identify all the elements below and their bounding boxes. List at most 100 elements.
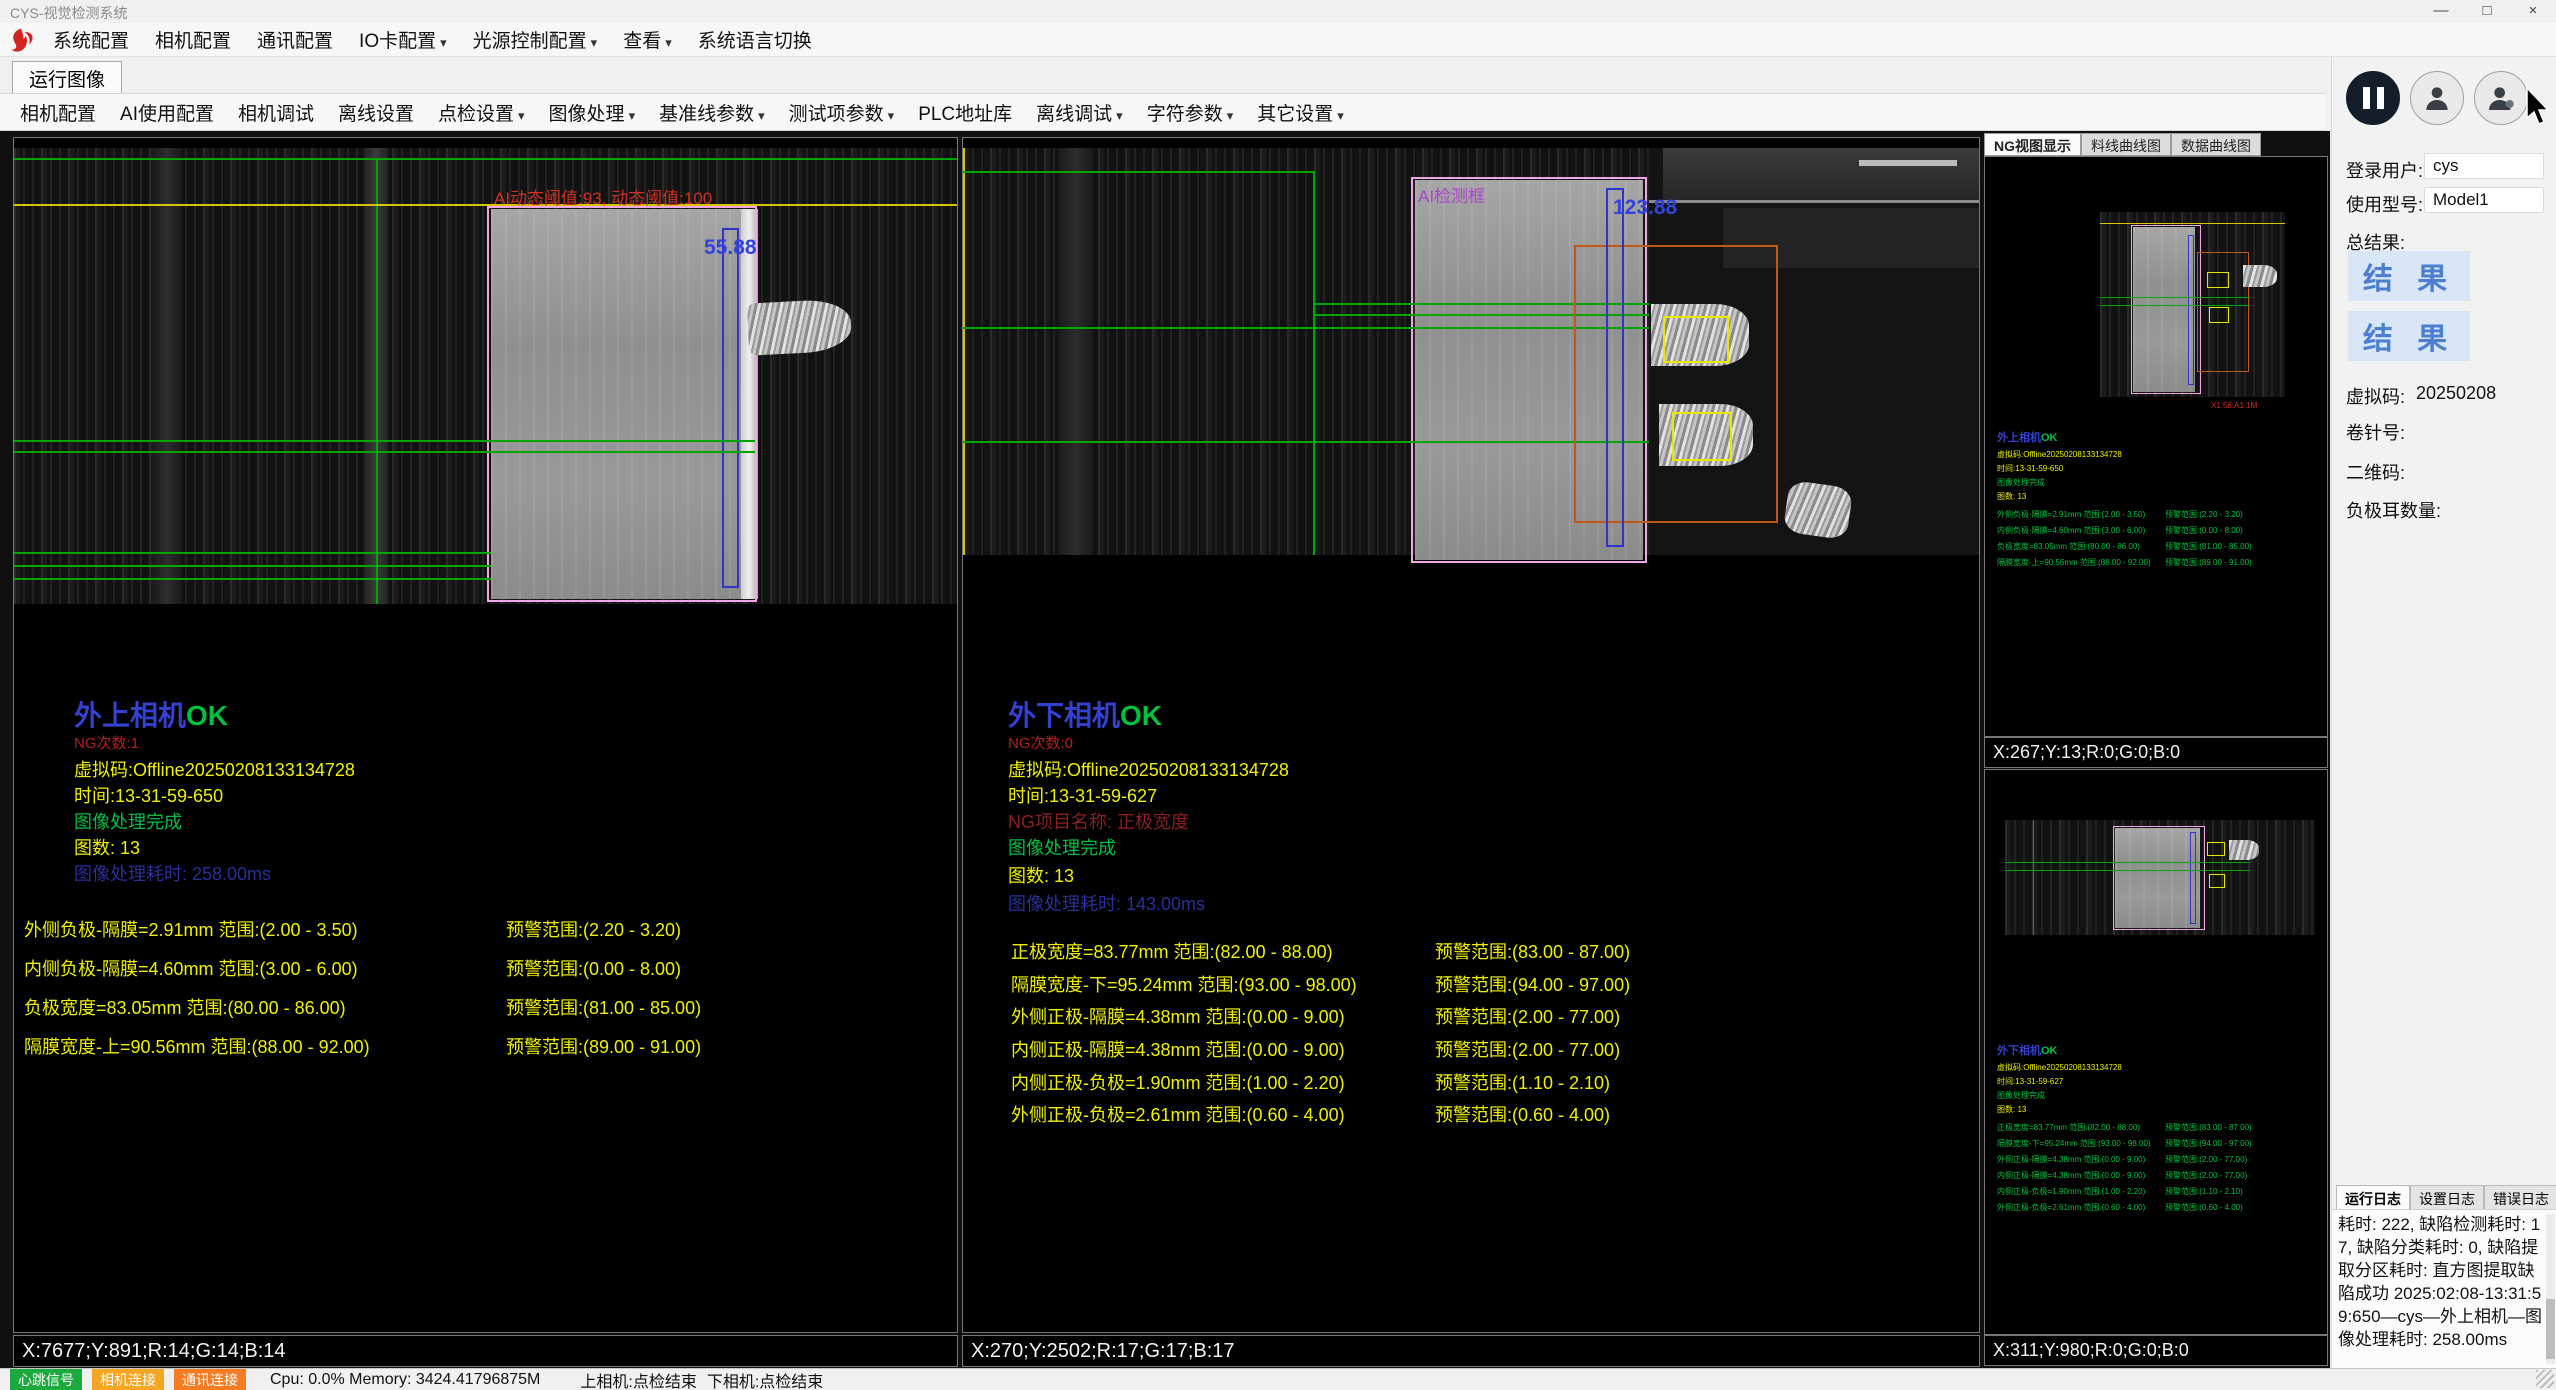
ng-thumbnail-upper[interactable]: X1:58:A1:1M 外上相机OK 虚拟码:Offline2025020813… <box>1984 156 2328 737</box>
metal-fragment <box>1783 480 1854 540</box>
toolbar-test-params[interactable]: 测试项参数▾ <box>777 99 907 126</box>
negative-tab-count-label: 负极耳数量: <box>2346 497 2441 523</box>
detection-box-orange <box>1574 245 1778 523</box>
measure-line <box>2005 862 2250 863</box>
menu-item-label: 查看 <box>623 31 661 52</box>
toolbar: 相机配置 AI使用配置 相机调试 离线设置 点检设置▾ 图像处理▾ 基准线参数▾… <box>0 93 2326 131</box>
ng-count: NG次数:1 <box>74 732 139 753</box>
user-settings-button[interactable] <box>2474 71 2528 125</box>
toolbar-baseline-params[interactable]: 基准线参数▾ <box>647 99 777 126</box>
thumb-measurement: 预警范围:(2.20 - 3.20) <box>2165 509 2243 520</box>
toolbar-item-label: 离线调试 <box>1036 104 1112 125</box>
reference-line <box>376 158 378 604</box>
close-icon[interactable]: × <box>2510 0 2556 23</box>
tab-run-image[interactable]: 运行图像 <box>12 61 122 96</box>
scrollbar-thumb[interactable] <box>2546 1299 2555 1359</box>
user-gear-icon <box>2485 82 2517 114</box>
toolbar-camera-debug[interactable]: 相机调试 <box>226 99 326 126</box>
tab-data-curve[interactable]: 数据曲线图 <box>2171 133 2261 156</box>
measure-line <box>14 565 491 567</box>
toolbar-item-label: 图像处理 <box>549 104 625 125</box>
thumb-line: 虚拟码:Offline20250208133134728 <box>1997 449 2122 460</box>
resize-grip[interactable] <box>2536 1370 2554 1388</box>
maximize-icon[interactable]: □ <box>2464 0 2510 23</box>
toolbar-other-settings[interactable]: 其它设置▾ <box>1245 99 1356 126</box>
toolbar-char-params[interactable]: 字符参数▾ <box>1135 99 1246 126</box>
thumb-measurement: 隔膜宽度-上=90.56mm 范围:(88.00 - 92.00) <box>1997 557 2151 568</box>
measure-line <box>14 451 755 453</box>
user-button[interactable] <box>2410 71 2464 125</box>
tab-ng-view[interactable]: NG视图显示 <box>1984 133 2081 156</box>
upper-camera-status: 上相机:点检结束 <box>580 1368 696 1390</box>
reference-line <box>1313 171 1315 555</box>
measure-line <box>963 441 1649 443</box>
baseline-yellow <box>963 148 965 555</box>
toolbar-offline-settings[interactable]: 离线设置 <box>326 99 426 126</box>
menu-item-comm-config[interactable]: 通讯配置 <box>244 26 346 53</box>
measure-line <box>14 440 755 442</box>
thumb-line: 虚拟码:Offline20250208133134728 <box>1997 1062 2122 1073</box>
measure-box-blue <box>2190 832 2196 924</box>
menu-item-light-control-config[interactable]: 光源控制配置▾ <box>460 26 611 53</box>
tab-line-curve[interactable]: 料线曲线图 <box>2081 133 2171 156</box>
menu-item-camera-config[interactable]: 相机配置 <box>142 26 244 53</box>
right-camera-view[interactable]: AI检测框 123.88 外下相机OK NG次数:0 虚拟码:Offline20… <box>962 137 1980 1333</box>
log-scrollbar[interactable] <box>2546 1214 2555 1364</box>
login-user-field[interactable]: cys <box>2424 153 2544 179</box>
camera-ok-status: OK <box>186 700 228 731</box>
thumb-measurement: 内侧正极-隔膜=4.38mm 范围:(0.00 - 9.00) <box>1997 1170 2145 1181</box>
thumb-measurement: 预警范围:(2.00 - 77.00) <box>2165 1170 2247 1181</box>
left-pixel-coords: X:7677;Y:891;R:14;G:14;B:14 <box>13 1335 958 1367</box>
metal-tab <box>2243 265 2277 287</box>
thumb2-pixel-coords: X:311;Y:980;R:0;G:0;B:0 <box>1984 1335 2328 1366</box>
camera-name: 外下相机 <box>1997 1045 2041 1057</box>
heartbeat-badge: 心跳信号 <box>10 1369 82 1390</box>
virtual-code: 虚拟码:Offline20250208133134728 <box>1008 756 1289 782</box>
machinery-block <box>1663 148 1980 200</box>
measurement-warn: 预警范围:(81.00 - 85.00) <box>506 994 701 1020</box>
scale-annotation: X1:58:A1:1M <box>2211 401 2257 410</box>
toolbar-plc-address[interactable]: PLC地址库 <box>906 99 1024 126</box>
mouse-cursor <box>2524 87 2552 127</box>
process-done: 图像处理完成 <box>1008 834 1116 860</box>
toolbar-spot-check[interactable]: 点检设置▾ <box>426 99 537 126</box>
ng-thumbnail-lower[interactable]: 外下相机OK 虚拟码:Offline20250208133134728 时间:1… <box>1984 769 2328 1335</box>
measurement-text: 内侧正极-负极=1.90mm 范围:(1.00 - 2.20) <box>1011 1069 1345 1095</box>
menu-item-view[interactable]: 查看▾ <box>610 26 685 53</box>
left-camera-view[interactable]: AI动态阈值:93, 动态阈值:100 55.88 外上相机OK NG次数:1 … <box>13 137 958 1333</box>
toolbar-image-processing[interactable]: 图像处理▾ <box>537 99 648 126</box>
camera-title: 外下相机OK <box>1008 694 1162 734</box>
status-bar: 心跳信号 相机连接 通讯连接 Cpu: 0.0% Memory: 3424.41… <box>0 1368 2556 1390</box>
thumb-line: 图数: 13 <box>1997 1104 2026 1115</box>
window-title: CYS-视觉检测系统 <box>10 3 127 23</box>
measure-box-blue <box>722 228 739 588</box>
bright-band <box>154 148 180 604</box>
model-label: 使用型号: <box>2346 191 2423 217</box>
measurement-warn: 预警范围:(0.60 - 4.00) <box>1435 1101 1610 1127</box>
menu-item-system-config[interactable]: 系统配置 <box>40 26 142 53</box>
pause-button[interactable] <box>2346 71 2400 125</box>
control-panel: 登录用户: cys 使用型号: Model1 总结果: 结 果 结 果 虚拟码:… <box>2331 57 2556 1368</box>
reference-line <box>963 171 1315 173</box>
toolbar-item-label: 基准线参数 <box>659 104 754 125</box>
model-field[interactable]: Model1 <box>2424 187 2544 213</box>
tab-box-yellow <box>2209 874 2225 888</box>
lower-camera-status: 下相机:点检结束 <box>707 1368 823 1390</box>
menu-item-io-card-config[interactable]: IO卡配置▾ <box>346 26 460 53</box>
thumb-measurement: 预警范围:(81.00 - 85.00) <box>2165 541 2252 552</box>
toolbar-ai-usage-config[interactable]: AI使用配置 <box>108 99 226 126</box>
camera-name: 外下相机 <box>1008 700 1120 731</box>
minimize-icon[interactable]: — <box>2418 0 2464 23</box>
toolbar-camera-config[interactable]: 相机配置 <box>8 99 108 126</box>
chevron-down-icon: ▾ <box>1116 108 1123 123</box>
menu-item-language-switch[interactable]: 系统语言切换 <box>685 26 825 53</box>
thumb-measurement: 正极宽度=83.77mm 范围:(82.00 - 88.00) <box>1997 1122 2140 1133</box>
thumb-measurement: 外侧负极-隔膜=2.91mm 范围:(2.00 - 3.50) <box>1997 509 2145 520</box>
qr-code-label: 二维码: <box>2346 459 2405 485</box>
measure-line <box>14 578 491 580</box>
gauge-value: 123.88 <box>1613 196 1677 220</box>
camera-name: 外上相机 <box>1997 432 2041 444</box>
app-logo-icon <box>6 26 36 54</box>
toolbar-offline-debug[interactable]: 离线调试 ▾ <box>1024 99 1135 126</box>
thumb-measurement: 外侧正极-隔膜=4.38mm 范围:(0.00 - 9.00) <box>1997 1154 2145 1165</box>
